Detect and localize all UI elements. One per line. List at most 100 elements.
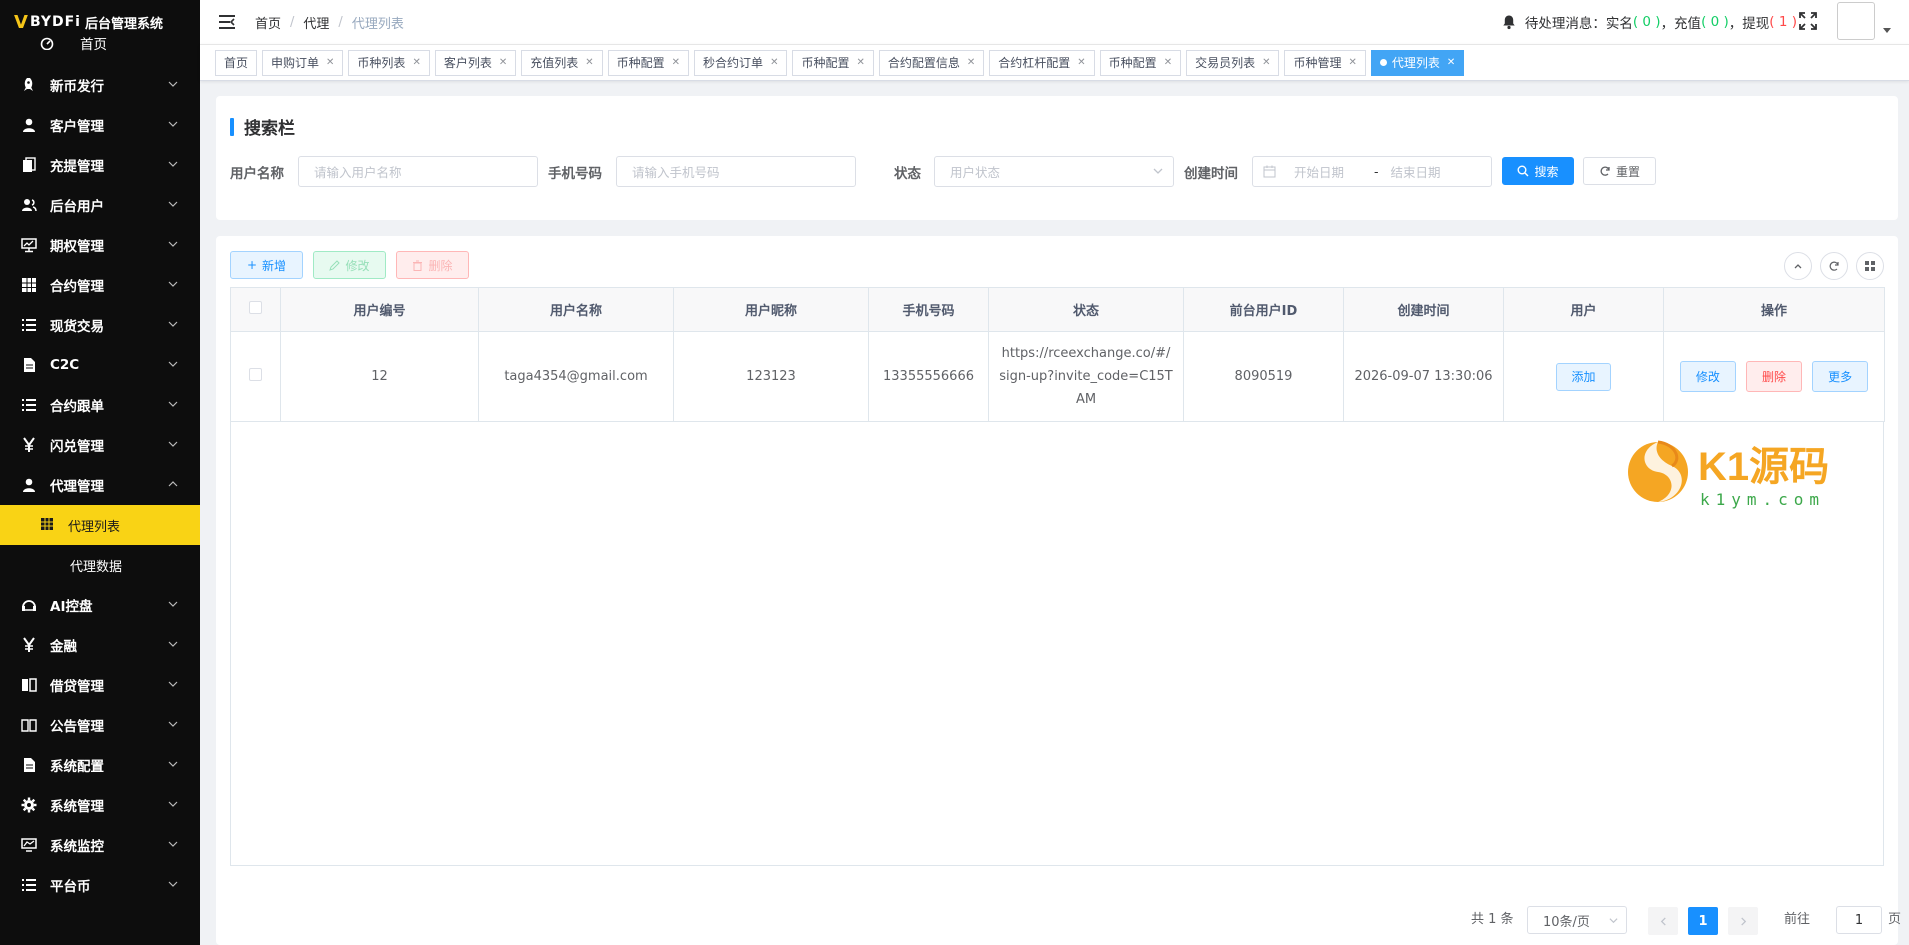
- tag[interactable]: 合约配置信息 ✕: [878, 49, 985, 76]
- select-all-checkbox[interactable]: [249, 301, 262, 314]
- chevron-down-icon: [1609, 918, 1618, 924]
- column-header: 状态: [988, 287, 1184, 332]
- sidebar-item[interactable]: 客户管理: [0, 105, 200, 145]
- sidebar-item-agent-list[interactable]: 代理列表: [0, 505, 200, 545]
- tag[interactable]: 币种列表 ✕: [348, 49, 430, 76]
- close-icon[interactable]: ✕: [1164, 57, 1172, 68]
- sidebar-item[interactable]: 合约跟单: [0, 385, 200, 425]
- sidebar-item-agent-data[interactable]: 代理数据: [0, 545, 200, 585]
- next-page-button[interactable]: [1728, 907, 1758, 935]
- tag-active[interactable]: 代理列表 ✕: [1370, 49, 1465, 76]
- menu-toggle-icon[interactable]: [217, 12, 237, 32]
- tags-view: 首页 申购订单 ✕ 币种列表 ✕ 客户列表 ✕ 充值列表 ✕ 币种配置 ✕ 秒合约订单 ✕ 币种配置 ✕ 合约…: [200, 44, 1909, 81]
- sidebar-item[interactable]: 代理管理: [0, 465, 200, 505]
- username-input[interactable]: 请输入用户名称: [298, 156, 538, 187]
- breadcrumb-agent[interactable]: 代理: [303, 13, 329, 32]
- close-icon[interactable]: ✕: [326, 57, 334, 68]
- row-delete-button[interactable]: 删除: [1746, 361, 1802, 392]
- sidebar-item[interactable]: 现货交易: [0, 305, 200, 345]
- sidebar-item[interactable]: 系统配置: [0, 745, 200, 785]
- row-select-cell[interactable]: [230, 331, 281, 422]
- close-icon[interactable]: ✕: [1349, 57, 1357, 68]
- sidebar-item[interactable]: 金融: [0, 625, 200, 665]
- toggle-search-button[interactable]: [1784, 252, 1812, 280]
- close-icon[interactable]: ✕: [770, 57, 778, 68]
- status-select[interactable]: 用户状态: [934, 156, 1174, 187]
- sidebar-item-label: 系统配置: [50, 759, 104, 775]
- add-button[interactable]: + 新增: [230, 251, 303, 279]
- sidebar-item[interactable]: AI控盘: [0, 585, 200, 625]
- tag[interactable]: 充值列表 ✕: [521, 49, 603, 76]
- row-checkbox[interactable]: [249, 368, 262, 381]
- sidebar-item-home[interactable]: 首页: [0, 34, 200, 53]
- sidebar-item[interactable]: 期权管理: [0, 225, 200, 265]
- goto-page-input[interactable]: 1: [1836, 906, 1882, 934]
- phone-input[interactable]: 请输入手机号码: [616, 156, 856, 187]
- status-label: 状态: [894, 166, 921, 182]
- breadcrumb-home[interactable]: 首页: [255, 13, 281, 32]
- close-icon[interactable]: ✕: [1077, 57, 1085, 68]
- sidebar-item[interactable]: 借贷管理: [0, 665, 200, 705]
- tag[interactable]: 秒合约订单 ✕: [694, 49, 788, 76]
- columns-button[interactable]: [1856, 252, 1884, 280]
- sidebar-item-label: C2C: [50, 357, 80, 373]
- avatar[interactable]: [1837, 2, 1875, 40]
- refresh-table-button[interactable]: [1820, 252, 1848, 280]
- page-size-value: 10条/页: [1543, 914, 1590, 930]
- sidebar-item[interactable]: C2C: [0, 345, 200, 385]
- tag[interactable]: 申购订单 ✕: [262, 49, 344, 76]
- tag[interactable]: 首页: [215, 49, 258, 76]
- add-user-button[interactable]: 添加: [1556, 362, 1611, 391]
- avatar-caret-icon[interactable]: [1883, 28, 1891, 33]
- close-icon[interactable]: ✕: [412, 57, 420, 68]
- tag[interactable]: 币种配置 ✕: [1099, 49, 1182, 76]
- sidebar-item[interactable]: 系统监控: [0, 825, 200, 865]
- tag[interactable]: 币种配置 ✕: [607, 49, 690, 76]
- close-icon[interactable]: ✕: [672, 57, 680, 68]
- date-range-picker[interactable]: 开始日期 - 结束日期: [1252, 156, 1492, 187]
- tag[interactable]: 币种配置 ✕: [792, 49, 874, 76]
- tag[interactable]: 交易员列表 ✕: [1186, 49, 1280, 76]
- sidebar-item[interactable]: 闪兑管理: [0, 425, 200, 465]
- tag[interactable]: 合约杠杆配置 ✕: [989, 49, 1095, 76]
- close-icon[interactable]: ✕: [967, 57, 975, 68]
- column-header: 用户: [1503, 287, 1664, 332]
- user-icon: [20, 116, 38, 134]
- sidebar-item[interactable]: 平台币: [0, 865, 200, 905]
- edit-button[interactable]: 修改: [313, 251, 386, 279]
- chevron-up-icon: [1794, 264, 1802, 269]
- prev-page-button[interactable]: [1648, 907, 1678, 935]
- sidebar-item[interactable]: 后台用户: [0, 185, 200, 225]
- reset-button[interactable]: 重置: [1583, 157, 1656, 185]
- tag[interactable]: 客户列表 ✕: [434, 49, 517, 76]
- sidebar-item-label: 代理数据: [70, 559, 123, 575]
- column-header: 用户名称: [478, 287, 674, 332]
- sidebar-item[interactable]: 充提管理: [0, 145, 200, 185]
- search-button[interactable]: 搜索: [1502, 157, 1574, 185]
- close-icon[interactable]: ✕: [856, 57, 864, 68]
- row-edit-button[interactable]: 修改: [1679, 361, 1736, 392]
- sidebar-item[interactable]: 系统管理: [0, 785, 200, 825]
- sidebar-item-label: 客户管理: [50, 119, 104, 135]
- sidebar-item[interactable]: 合约管理: [0, 265, 200, 305]
- robot-icon: [20, 596, 38, 614]
- pending-notice[interactable]: 待处理消息：实名 ( 0 ) ，充值 ( 0 ) ，提现 ( 1 ): [1501, 12, 1797, 32]
- delete-button[interactable]: 删除: [396, 251, 469, 279]
- select-all-cell[interactable]: [230, 287, 281, 332]
- close-icon[interactable]: ✕: [499, 57, 507, 68]
- close-icon[interactable]: ✕: [1262, 57, 1270, 68]
- tag[interactable]: 币种管理 ✕: [1284, 49, 1366, 76]
- close-icon[interactable]: ✕: [585, 57, 593, 68]
- page-size-select[interactable]: 10条/页: [1527, 906, 1627, 934]
- close-icon[interactable]: ✕: [1447, 57, 1455, 68]
- row-more-button[interactable]: 更多: [1812, 361, 1869, 392]
- page-number-current[interactable]: 1: [1688, 907, 1718, 935]
- chevron-up-icon: [168, 481, 178, 487]
- sidebar-item[interactable]: 新币发行: [0, 65, 200, 105]
- plus-icon: +: [246, 258, 258, 272]
- fullscreen-icon[interactable]: [1799, 12, 1817, 30]
- sidebar-item[interactable]: 公告管理: [0, 705, 200, 745]
- chevron-down-icon: [168, 761, 178, 767]
- tag-label: 币种列表: [357, 56, 406, 70]
- breadcrumb-current: 代理列表: [351, 16, 404, 32]
